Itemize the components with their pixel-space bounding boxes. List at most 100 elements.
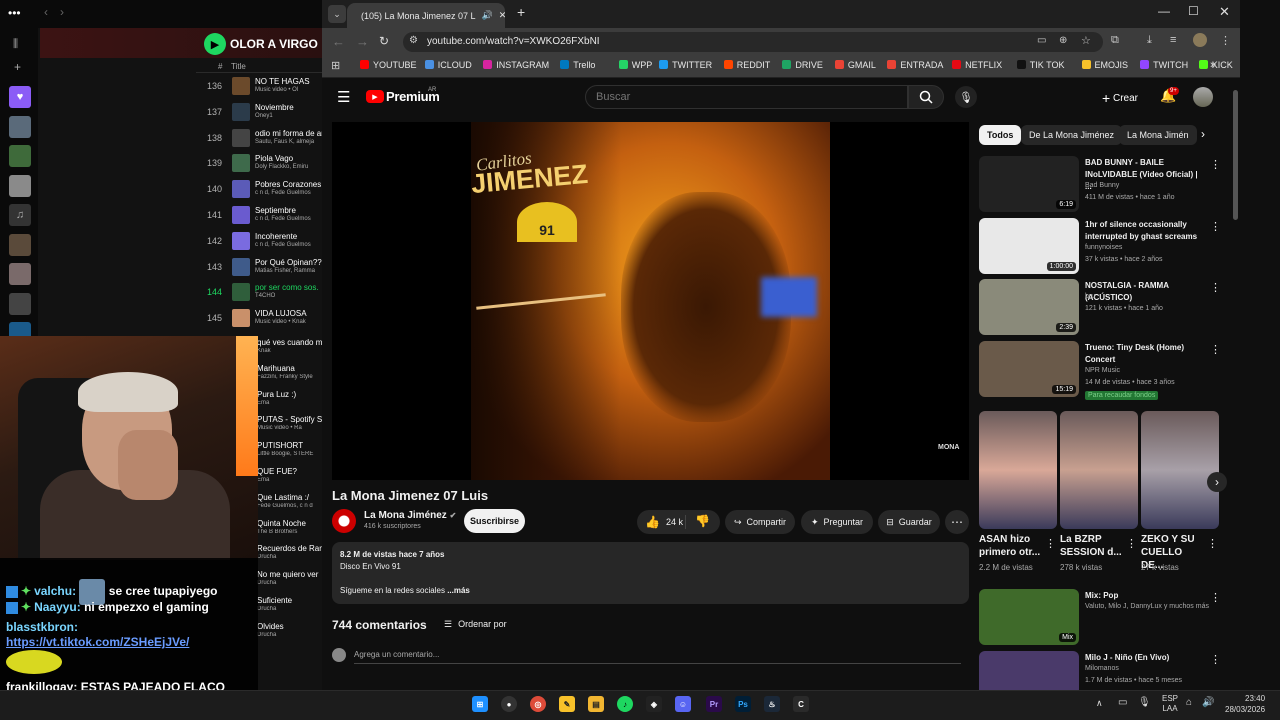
playlist-thumb[interactable] — [9, 263, 31, 285]
create-button[interactable]: + Crear — [1102, 90, 1138, 106]
like-icon[interactable]: 👍 — [645, 515, 660, 529]
more-options-icon[interactable]: ⋮ — [1210, 158, 1221, 171]
save-button[interactable]: ⊟ Guardar — [878, 510, 940, 534]
track-artist[interactable]: Drucha — [257, 580, 322, 586]
add-comment-input[interactable]: Agrega un comentario... — [354, 650, 439, 659]
track-title[interactable]: Incoherente — [255, 232, 297, 241]
video-title[interactable]: Mix: Pop — [1085, 590, 1205, 602]
chrome-menu-icon[interactable]: ⋮ — [1220, 34, 1231, 47]
track-artist[interactable]: Ema — [257, 400, 322, 406]
recommended-video[interactable]: 15:19 Trueno: Tiny Desk (Home) Concert NPR… — [979, 340, 1224, 400]
battery-icon[interactable]: ▭ — [1118, 697, 1127, 708]
discord-icon[interactable]: ☺ — [675, 696, 691, 712]
zoom-icon[interactable]: ⊕ — [1059, 35, 1067, 46]
track-title[interactable]: Recuerdos de Ramir — [257, 544, 322, 553]
description-box[interactable]: 8.2 M de vistas hace 7 años Disco En Viv… — [332, 542, 969, 604]
start-icon[interactable]: ⊞ — [472, 696, 488, 712]
track-row[interactable]: 144 por ser como sos. T4CHO — [196, 280, 322, 306]
bookmark-item[interactable]: EMOJIS — [1081, 60, 1128, 70]
youtube-logo-icon[interactable]: ▶ — [366, 90, 384, 103]
bookmark-item[interactable]: GMAIL — [834, 60, 876, 70]
track-artist[interactable]: Little Boogie, STERE — [257, 451, 322, 457]
media-icon[interactable]: ≡ — [1170, 34, 1176, 46]
more-actions-icon[interactable]: ⋯ — [945, 510, 969, 534]
url-text[interactable]: youtube.com/watch?v=XWKO26FXbNI — [427, 36, 600, 47]
spotify-icon[interactable]: ♪ — [617, 696, 633, 712]
track-title[interactable]: Olvides — [257, 622, 322, 631]
chrome-icon[interactable]: ◎ — [530, 696, 546, 712]
channel-name[interactable]: La Mona Jiménez — [364, 510, 447, 521]
reload-icon[interactable]: ↻ — [379, 34, 389, 48]
bookmark-item[interactable]: NETFLIX — [952, 60, 1002, 70]
search-button[interactable] — [908, 85, 944, 109]
recommended-video[interactable]: 6:19 BAD BUNNY - BAILE INoLVIDABLE (Video… — [979, 156, 1224, 214]
more-options-icon[interactable]: ⋮ — [1210, 220, 1221, 233]
liked-songs-icon[interactable]: ♥ — [9, 86, 31, 108]
track-artist[interactable]: Oney1 — [255, 113, 273, 119]
track-artist[interactable]: c n d, Fede Guelmos — [255, 216, 311, 222]
forward-icon[interactable]: › — [60, 5, 64, 19]
track-artist[interactable]: Knak — [257, 348, 322, 354]
track-title[interactable]: Noviembre — [255, 103, 294, 112]
hamburger-menu-icon[interactable]: ☰ — [337, 88, 350, 106]
video-title[interactable]: NOSTALGIA - RAMMA (ACÚSTICO) — [1085, 280, 1205, 304]
minimize-icon[interactable]: — — [1158, 4, 1170, 18]
bookmark-item[interactable]: Trello — [560, 60, 595, 70]
track-artist[interactable]: Fede Guelmos, c n d — [257, 503, 322, 509]
track-artist[interactable]: Drucha — [257, 606, 322, 612]
channel-avatar[interactable] — [332, 509, 356, 533]
menu-dots-icon[interactable]: ••• — [8, 6, 21, 20]
track-row[interactable]: 137 Noviembre Oney1 — [196, 100, 322, 126]
track-title[interactable]: Piola Vago — [255, 154, 293, 163]
language-indicator[interactable]: ESP LAA — [1162, 694, 1178, 714]
track-artist[interactable]: Ema — [257, 477, 322, 483]
video-title[interactable]: Trueno: Tiny Desk (Home) Concert — [1085, 342, 1205, 366]
cast-icon[interactable]: ▭ — [1037, 35, 1046, 46]
track-row[interactable]: 143 Por Qué Opinan??? Matias Fisher, Ramma — [196, 255, 326, 281]
file-explorer-icon[interactable]: ▤ — [588, 696, 604, 712]
bookmark-item[interactable]: DRIVE — [782, 60, 823, 70]
bookmark-star-icon[interactable]: ☆ — [1081, 34, 1091, 47]
mic-tray-icon[interactable]: 🎙 — [1138, 697, 1151, 708]
track-title[interactable]: qué ves cuando me — [257, 338, 322, 347]
track-artist[interactable]: Music video • Ol — [255, 87, 298, 93]
chips-next-icon[interactable]: › — [1201, 127, 1205, 141]
chat-link[interactable]: https://vt.tiktok.com/ZSHeEjJVe/ — [6, 635, 189, 649]
track-title[interactable]: Marihuana — [257, 364, 322, 373]
short-thumbnail[interactable] — [1060, 411, 1138, 529]
playlist-thumb[interactable] — [9, 175, 31, 197]
recommended-video[interactable]: Mix Mix: Pop Valuto, Milo J, DannyLux y mu… — [979, 589, 1224, 647]
track-artist[interactable]: Drucha — [257, 554, 322, 560]
more-options-icon[interactable]: ⋮ — [1210, 591, 1221, 604]
tab-search-icon[interactable]: ⌄ — [328, 5, 346, 23]
more-options-icon[interactable]: ⋮ — [1045, 537, 1056, 550]
video-thumbnail[interactable]: 6:19 — [979, 156, 1079, 212]
track-artist[interactable]: c n d, Fede Guelmos — [255, 190, 311, 196]
chat-username[interactable]: Naayyu: — [34, 600, 81, 614]
channel-name[interactable]: funnynoises — [1085, 244, 1122, 251]
track-artist[interactable]: The B Brothers — [257, 529, 322, 535]
plus-icon[interactable]: + — [14, 60, 21, 74]
volume-icon[interactable]: 🔊 — [1202, 697, 1214, 708]
track-title[interactable]: Por Qué Opinan??? — [255, 258, 326, 267]
channel-name[interactable]: NPR Music — [1085, 367, 1120, 374]
channel-name[interactable]: Valuto, Milo J, DannyLux y muchos más — [1085, 603, 1209, 610]
track-title[interactable]: Pura Luz :) — [257, 390, 322, 399]
tab-active[interactable]: (105) La Mona Jimenez 07 L 🔊 ✕ — [347, 3, 505, 28]
site-info-icon[interactable]: ⚙ — [409, 35, 418, 46]
filter-chip[interactable]: De La Mona Jiménez — [1021, 125, 1123, 145]
video-thumbnail[interactable]: 15:19 — [979, 340, 1079, 397]
ask-button[interactable]: ✦ Preguntar — [801, 510, 873, 534]
more-options-icon[interactable]: ⋮ — [1210, 343, 1221, 356]
video-player[interactable]: Carlitos JIMENEZ 91 MONA — [332, 122, 969, 480]
share-button[interactable]: ↪ Compartir — [725, 510, 795, 534]
track-row[interactable]: 140 Pobres Corazones c n d, Fede Guelmos — [196, 177, 322, 203]
track-row[interactable]: 142 Incoherente c n d, Fede Guelmos — [196, 229, 322, 255]
channel-name[interactable]: Bad Bunny — [1085, 182, 1119, 189]
track-title[interactable]: NO TE HAGAS — [255, 77, 310, 86]
omnibox[interactable]: ⚙ youtube.com/watch?v=XWKO26FXbNI ▭ ⊕ ☆ — [403, 32, 1103, 52]
track-artist[interactable]: T4CHO — [255, 293, 275, 299]
more-options-icon[interactable]: ⋮ — [1210, 281, 1221, 294]
track-title[interactable]: Suficiente — [257, 596, 322, 605]
profile-avatar[interactable] — [1193, 33, 1207, 47]
